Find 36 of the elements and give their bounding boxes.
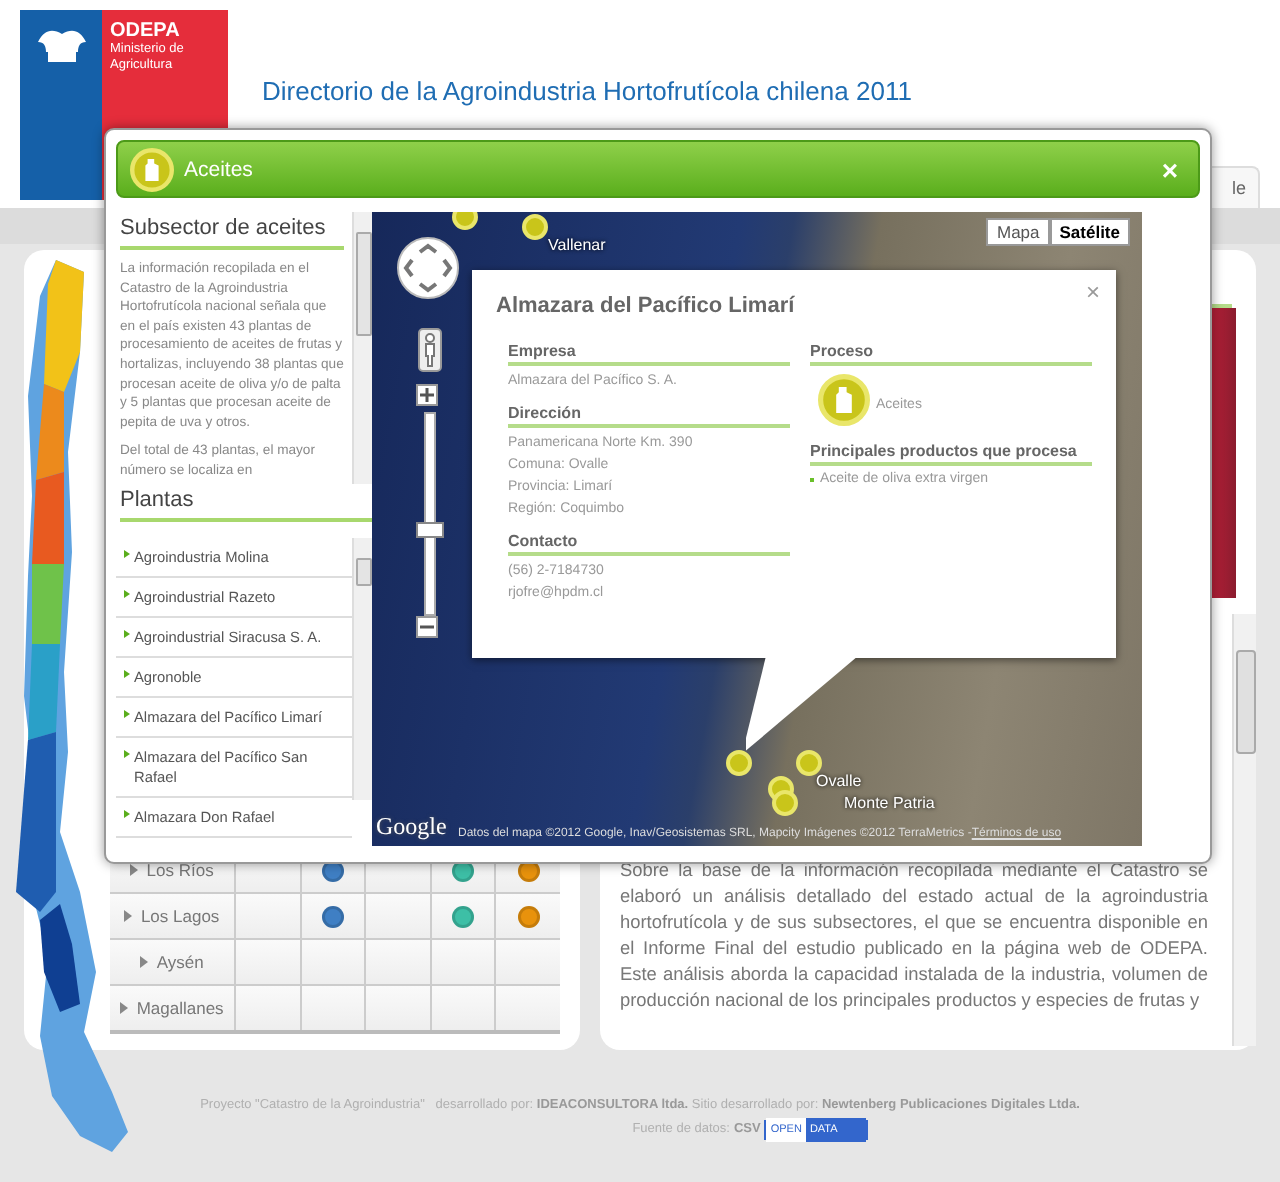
- place-label: Ovalle: [816, 772, 862, 790]
- region-name: Los Lagos: [140, 906, 220, 926]
- map-marker[interactable]: [796, 750, 822, 776]
- modal-title: Aceites: [184, 157, 255, 181]
- site-title: Directorio de la Agroindustria Hortofrutícola chilena 2011: [262, 76, 912, 106]
- map-marker[interactable]: [522, 214, 548, 240]
- field-heading: Dirección: [508, 404, 790, 428]
- region-name: Aysén: [156, 952, 204, 972]
- info-window-title: Almazara del Pacífico Limarí: [496, 294, 797, 318]
- logo-name: ODEPA: [110, 20, 182, 42]
- minus-icon: [420, 620, 434, 634]
- field-heading: Proceso: [810, 342, 1092, 366]
- pan-control-icon: [396, 236, 460, 300]
- oil-bottle-icon: [818, 374, 870, 426]
- region-name: Magallanes: [136, 998, 224, 1018]
- plus-icon: [420, 388, 434, 402]
- zoom-out-button[interactable]: [416, 616, 438, 638]
- field-heading: Principales productos que procesa: [810, 442, 1092, 466]
- section-heading: Subsector de aceites: [120, 216, 344, 250]
- map-type-button[interactable]: Mapa: [986, 218, 1050, 246]
- place-label: Vallenar: [548, 236, 606, 254]
- map-logo: Google: [376, 812, 447, 842]
- scrollbar[interactable]: [352, 212, 372, 484]
- field-heading: Empresa: [508, 342, 790, 366]
- map-type-button[interactable]: Satélite: [1049, 218, 1130, 246]
- scrollbar[interactable]: [352, 538, 372, 800]
- scrollbar[interactable]: [1232, 614, 1256, 1046]
- article-text: Sobre la base de la información recopilada mediante el Catastro se elaboró un análisis detallado del estado actual de la agroindustria hortofrutícola y de sus subsectores, el que se encuentra disponible en el Informe Final del estudio publicado en la página web de ODEPA. Este análisis aborda la capacidad instalada de la industria, volumen de producción nacional de los principales productos y especies de frutas y: [620, 858, 1208, 1014]
- place-label: Monte Patria: [844, 794, 935, 812]
- person-icon: [418, 328, 442, 372]
- oil-bottle-icon: [130, 147, 174, 191]
- map-marker[interactable]: [726, 750, 752, 776]
- region-name: Los Ríos: [146, 860, 214, 880]
- field-heading: Contacto: [508, 532, 790, 556]
- map-marker[interactable]: [772, 790, 798, 816]
- zoom-in-button[interactable]: [416, 384, 438, 406]
